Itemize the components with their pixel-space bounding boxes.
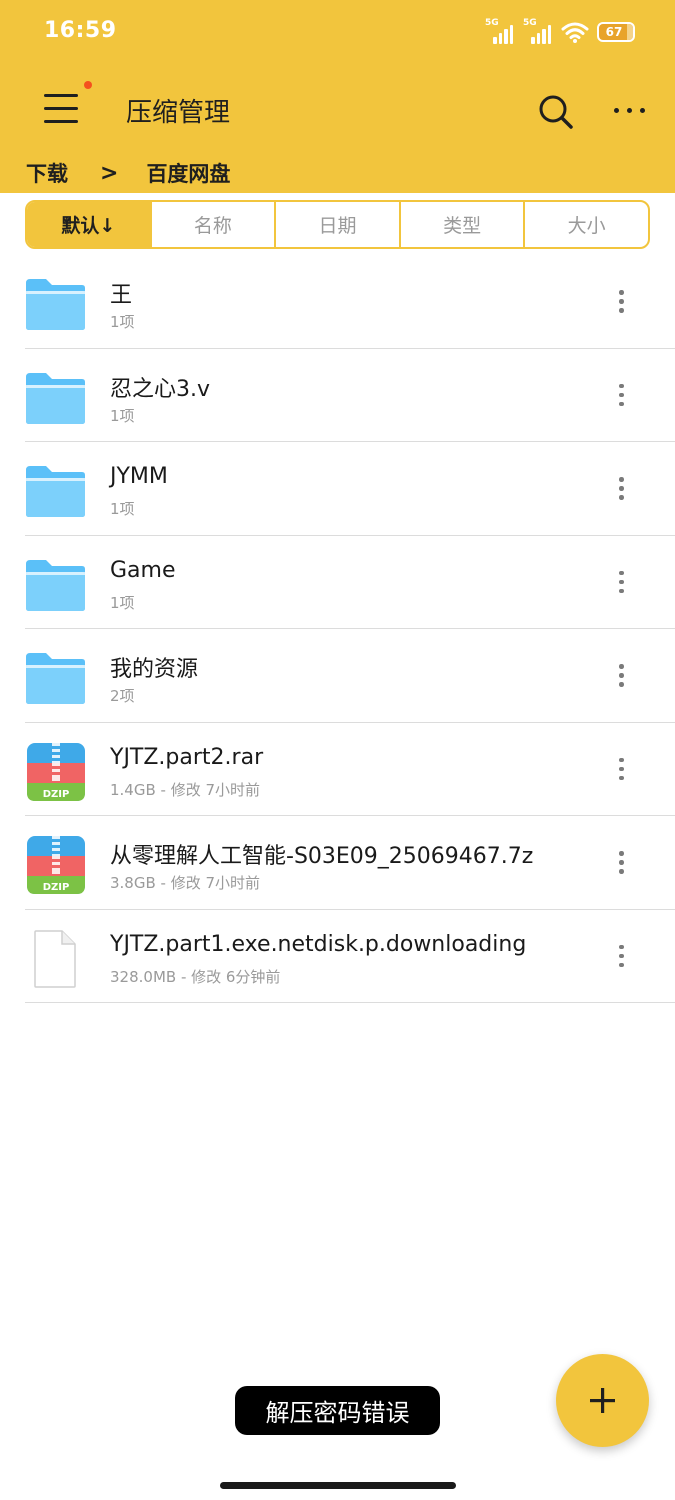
menu-icon[interactable] <box>44 94 80 124</box>
file-meta: 1项 <box>110 593 135 612</box>
list-item[interactable]: YJTZ.part1.exe.netdisk.p.downloading 328… <box>0 910 675 1004</box>
folder-icon <box>26 372 85 424</box>
sort-tab-type[interactable]: 类型 <box>398 202 524 247</box>
file-meta: 1.4GB - 修改 7小时前 <box>110 780 261 799</box>
plus-icon <box>590 1388 615 1413</box>
app-header: 16:59 5G 5G 67 压缩管理 下载 > 百度网盘 <box>0 0 675 193</box>
sort-bar: 默认↓ 名称 日期 类型 大小 <box>25 200 650 249</box>
file-name: 王 <box>110 283 133 308</box>
toast-message: 解压密码错误 <box>235 1386 440 1435</box>
more-vertical-icon[interactable] <box>604 566 638 600</box>
more-vertical-icon[interactable] <box>604 753 638 787</box>
notification-dot <box>84 81 92 89</box>
breadcrumb-separator: > <box>100 160 119 186</box>
more-vertical-icon[interactable] <box>604 940 638 974</box>
folder-icon <box>26 559 85 611</box>
home-indicator[interactable] <box>220 1482 456 1489</box>
page-title: 压缩管理 <box>126 98 231 128</box>
more-vertical-icon[interactable] <box>604 472 638 506</box>
file-name: YJTZ.part2.rar <box>110 744 264 770</box>
file-list: 王 1项 忍之心3.v 1项 JYMM 1项 Game 1项 我的资源 2项 D… <box>0 255 675 1003</box>
more-icon[interactable] <box>608 96 652 126</box>
file-meta: 1项 <box>110 500 135 518</box>
sort-tab-name[interactable]: 名称 <box>149 202 275 247</box>
file-meta: 328.0MB - 修改 6分钟前 <box>110 967 281 986</box>
signal-icon: 5G <box>523 18 553 44</box>
list-item[interactable]: Game 1项 <box>0 536 675 630</box>
sort-tab-default[interactable]: 默认↓ <box>27 202 150 247</box>
folder-icon <box>26 279 85 330</box>
more-vertical-icon[interactable] <box>604 379 638 413</box>
file-name: JYMM <box>110 464 168 489</box>
list-item[interactable]: DZIP YJTZ.part2.rar 1.4GB - 修改 7小时前 <box>0 723 675 817</box>
archive-icon: DZIP <box>27 836 85 894</box>
wifi-icon <box>561 22 589 43</box>
breadcrumb: 下载 > 百度网盘 <box>26 156 230 190</box>
battery-icon: 67 <box>597 22 635 42</box>
list-item[interactable]: 我的资源 2项 <box>0 629 675 723</box>
file-name: 从零理解人工智能-S03E09_25069467.7z <box>110 844 534 869</box>
sort-tab-size[interactable]: 大小 <box>523 202 648 247</box>
folder-icon <box>26 466 85 517</box>
list-item[interactable]: 王 1项 <box>0 255 675 349</box>
signal-icon: 5G <box>485 18 515 44</box>
breadcrumb-item-baidu-netdisk[interactable]: 百度网盘 <box>146 158 230 188</box>
more-vertical-icon[interactable] <box>604 659 638 693</box>
list-item[interactable]: 忍之心3.v 1项 <box>0 349 675 443</box>
status-time: 16:59 <box>44 18 117 43</box>
file-icon <box>34 929 76 988</box>
more-vertical-icon[interactable] <box>604 846 638 880</box>
file-meta: 1项 <box>110 313 135 331</box>
breadcrumb-item-downloads[interactable]: 下载 <box>26 158 68 188</box>
more-vertical-icon[interactable] <box>604 285 638 319</box>
file-name: YJTZ.part1.exe.netdisk.p.downloading <box>110 931 527 957</box>
add-button[interactable] <box>556 1354 649 1447</box>
search-icon[interactable] <box>534 90 578 134</box>
status-icons: 5G 5G 67 <box>485 18 635 46</box>
battery-level: 67 <box>605 25 623 39</box>
archive-icon: DZIP <box>27 742 85 801</box>
archive-label: DZIP <box>43 789 70 800</box>
file-meta: 2项 <box>110 687 135 705</box>
file-name: 我的资源 <box>110 657 199 682</box>
file-meta: 1项 <box>110 406 135 425</box>
archive-label: DZIP <box>43 882 70 893</box>
file-meta: 3.8GB - 修改 7小时前 <box>110 874 261 892</box>
list-item[interactable]: JYMM 1项 <box>0 442 675 536</box>
folder-icon <box>26 653 85 704</box>
file-name: Game <box>110 557 176 583</box>
sort-tab-date[interactable]: 日期 <box>274 202 399 247</box>
file-name: 忍之心3.v <box>110 376 211 402</box>
list-item[interactable]: DZIP 从零理解人工智能-S03E09_25069467.7z 3.8GB -… <box>0 816 675 910</box>
